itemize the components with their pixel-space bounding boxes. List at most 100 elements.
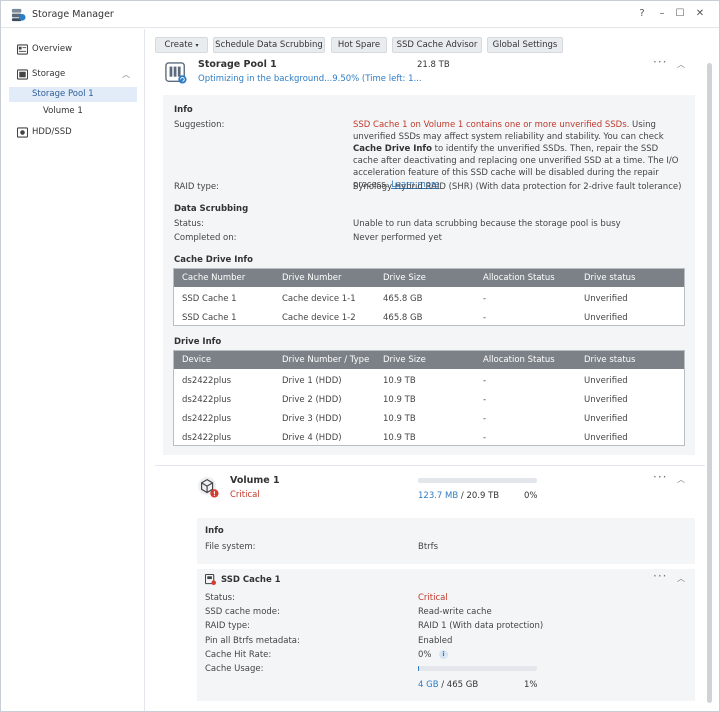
caret-down-icon: ▾ [195,42,199,49]
sidebar-item-overview[interactable]: Overview [1,42,145,58]
cache-mode-value: Read-write cache [418,607,492,617]
more-options-icon[interactable]: ··· [653,57,667,69]
column-header[interactable]: Drive status [584,273,635,283]
file-system-label: File system: [205,542,256,552]
volume-usage-percent: 0% [524,491,538,501]
cache-raid-value: RAID 1 (With data protection) [418,621,544,631]
column-header[interactable]: Drive Size [383,355,426,365]
cache-usage-bar [418,666,537,671]
storage-manager-app-icon [11,8,26,22]
storage-pool-status: Optimizing in the background...9.50% (Ti… [198,74,422,84]
table-cell: ds2422plus [182,414,232,424]
create-button[interactable]: Create ▾ [155,37,208,53]
volume-icon [197,476,219,498]
sidebar-item-storage[interactable]: Storage ︿ [1,67,145,83]
table-cell: - [483,433,487,443]
table-cell: 465.8 GB [383,294,423,304]
drive-info-table: Device Drive Number / Type Drive Size Al… [173,350,685,446]
column-header[interactable]: Drive Number / Type [282,355,369,365]
volume-usage-text: 123.7 MB / 20.9 TB [418,491,499,501]
pin-metadata-value: Enabled [418,636,453,646]
storage-pool-details: Info Suggestion: SSD Cache 1 on Volume 1… [163,95,695,455]
sidebar-item-label: Storage Pool 1 [32,89,94,99]
table-header: Cache Number Drive Number Drive Size All… [174,269,684,287]
hdd-icon [17,127,28,138]
storage-pool-header[interactable]: Storage Pool 1 Optimizing in the backgro… [155,57,705,93]
scrub-completed-value: Never performed yet [353,233,442,243]
info-icon[interactable]: i [439,650,448,659]
storage-pool-size: 21.8 TB [417,60,450,70]
cache-drive-info-title: Cache Drive Info [174,255,253,265]
schedule-data-scrubbing-button[interactable]: Schedule Data Scrubbing [213,37,325,53]
table-cell: Drive 3 (HDD) [282,414,342,424]
sidebar-item-volume-1[interactable]: Volume 1 [9,104,137,119]
cache-usage-used: 4 GB [418,680,439,690]
maximize-button[interactable]: ☐ [673,7,687,21]
app-title: Storage Manager [32,9,114,20]
table-cell: - [483,313,487,323]
column-header[interactable]: Drive status [584,355,635,365]
table-header: Device Drive Number / Type Drive Size Al… [174,351,684,369]
cache-usage-percent: 1% [524,680,538,690]
table-cell: Drive 1 (HDD) [282,376,342,386]
sidebar-item-label: Storage [32,69,66,79]
table-cell-status: Unverified [584,414,628,424]
sidebar-item-storage-pool-1[interactable]: Storage Pool 1 [9,87,137,102]
scrub-status-value: Unable to run data scrubbing because the… [353,219,621,229]
sidebar: Overview Storage ︿ Storage Pool 1 Volume… [1,29,145,711]
column-header[interactable]: Drive Size [383,273,426,283]
hot-spare-button[interactable]: Hot Spare [331,37,387,53]
overview-icon [17,44,28,55]
cache-raid-label: RAID type: [205,621,250,631]
pin-metadata-label: Pin all Btrfs metadata: [205,636,300,646]
volume-usage-bar [418,478,537,483]
volume-info-panel: Info File system: Btrfs [197,518,695,564]
raid-type-label: RAID type: [174,182,219,192]
data-scrubbing-title: Data Scrubbing [174,204,249,214]
suggestion-bold: Cache Drive Info [353,144,432,154]
storage-manager-window: Storage Manager ? – ☐ ✕ Overview Storage… [0,0,720,712]
table-cell: 10.9 TB [383,376,416,386]
chevron-up-icon[interactable]: ︿ [122,69,130,80]
scrub-status-label: Status: [174,219,204,229]
table-cell: 10.9 TB [383,414,416,424]
close-button[interactable]: ✕ [693,7,707,21]
column-header[interactable]: Cache Number [182,273,245,283]
more-options-icon[interactable]: ··· [653,470,667,484]
more-options-icon[interactable]: ··· [653,569,667,583]
table-cell: 10.9 TB [383,395,416,405]
raid-type-value: Synology Hybrid RAID (SHR) (With data pr… [353,182,682,192]
title-bar: Storage Manager ? – ☐ ✕ [1,1,719,28]
column-header[interactable]: Drive Number [282,273,342,283]
chevron-up-icon[interactable]: ︿ [677,573,685,584]
table-cell: - [483,294,487,304]
table-cell: ds2422plus [182,395,232,405]
chevron-up-icon[interactable]: ︿ [677,59,685,70]
table-cell: Cache device 1-2 [282,313,356,323]
table-cell: ds2422plus [182,376,232,386]
volume-name: Volume 1 [230,475,280,486]
table-cell: 465.8 GB [383,313,423,323]
drive-info-title: Drive Info [174,337,222,347]
sidebar-item-hdd-ssd[interactable]: HDD/SSD [1,125,145,141]
table-cell-status: Unverified [584,294,628,304]
table-cell: Drive 4 (HDD) [282,433,342,443]
help-button[interactable]: ? [635,7,649,21]
global-settings-button[interactable]: Global Settings [487,37,563,53]
ssd-cache-title: SSD Cache 1 [221,575,281,585]
table-cell: - [483,395,487,405]
volume-used: 123.7 MB [418,491,459,501]
column-header[interactable]: Allocation Status [483,273,555,283]
minimize-button[interactable]: – [655,7,669,21]
column-header[interactable]: Device [182,355,211,365]
column-header[interactable]: Allocation Status [483,355,555,365]
storage-pool-icon [165,62,187,84]
ssd-cache-advisor-button[interactable]: SSD Cache Advisor [392,37,482,53]
table-cell: - [483,414,487,424]
ssd-cache-panel: SSD Cache 1 ··· ︿ Status: Critical SSD c… [197,569,695,701]
sidebar-item-label: HDD/SSD [32,127,72,137]
table-cell-status: Unverified [584,433,628,443]
cache-usage-fill [418,666,419,671]
chevron-up-icon[interactable]: ︿ [677,474,685,485]
cache-hit-rate-value: 0% [418,650,432,660]
